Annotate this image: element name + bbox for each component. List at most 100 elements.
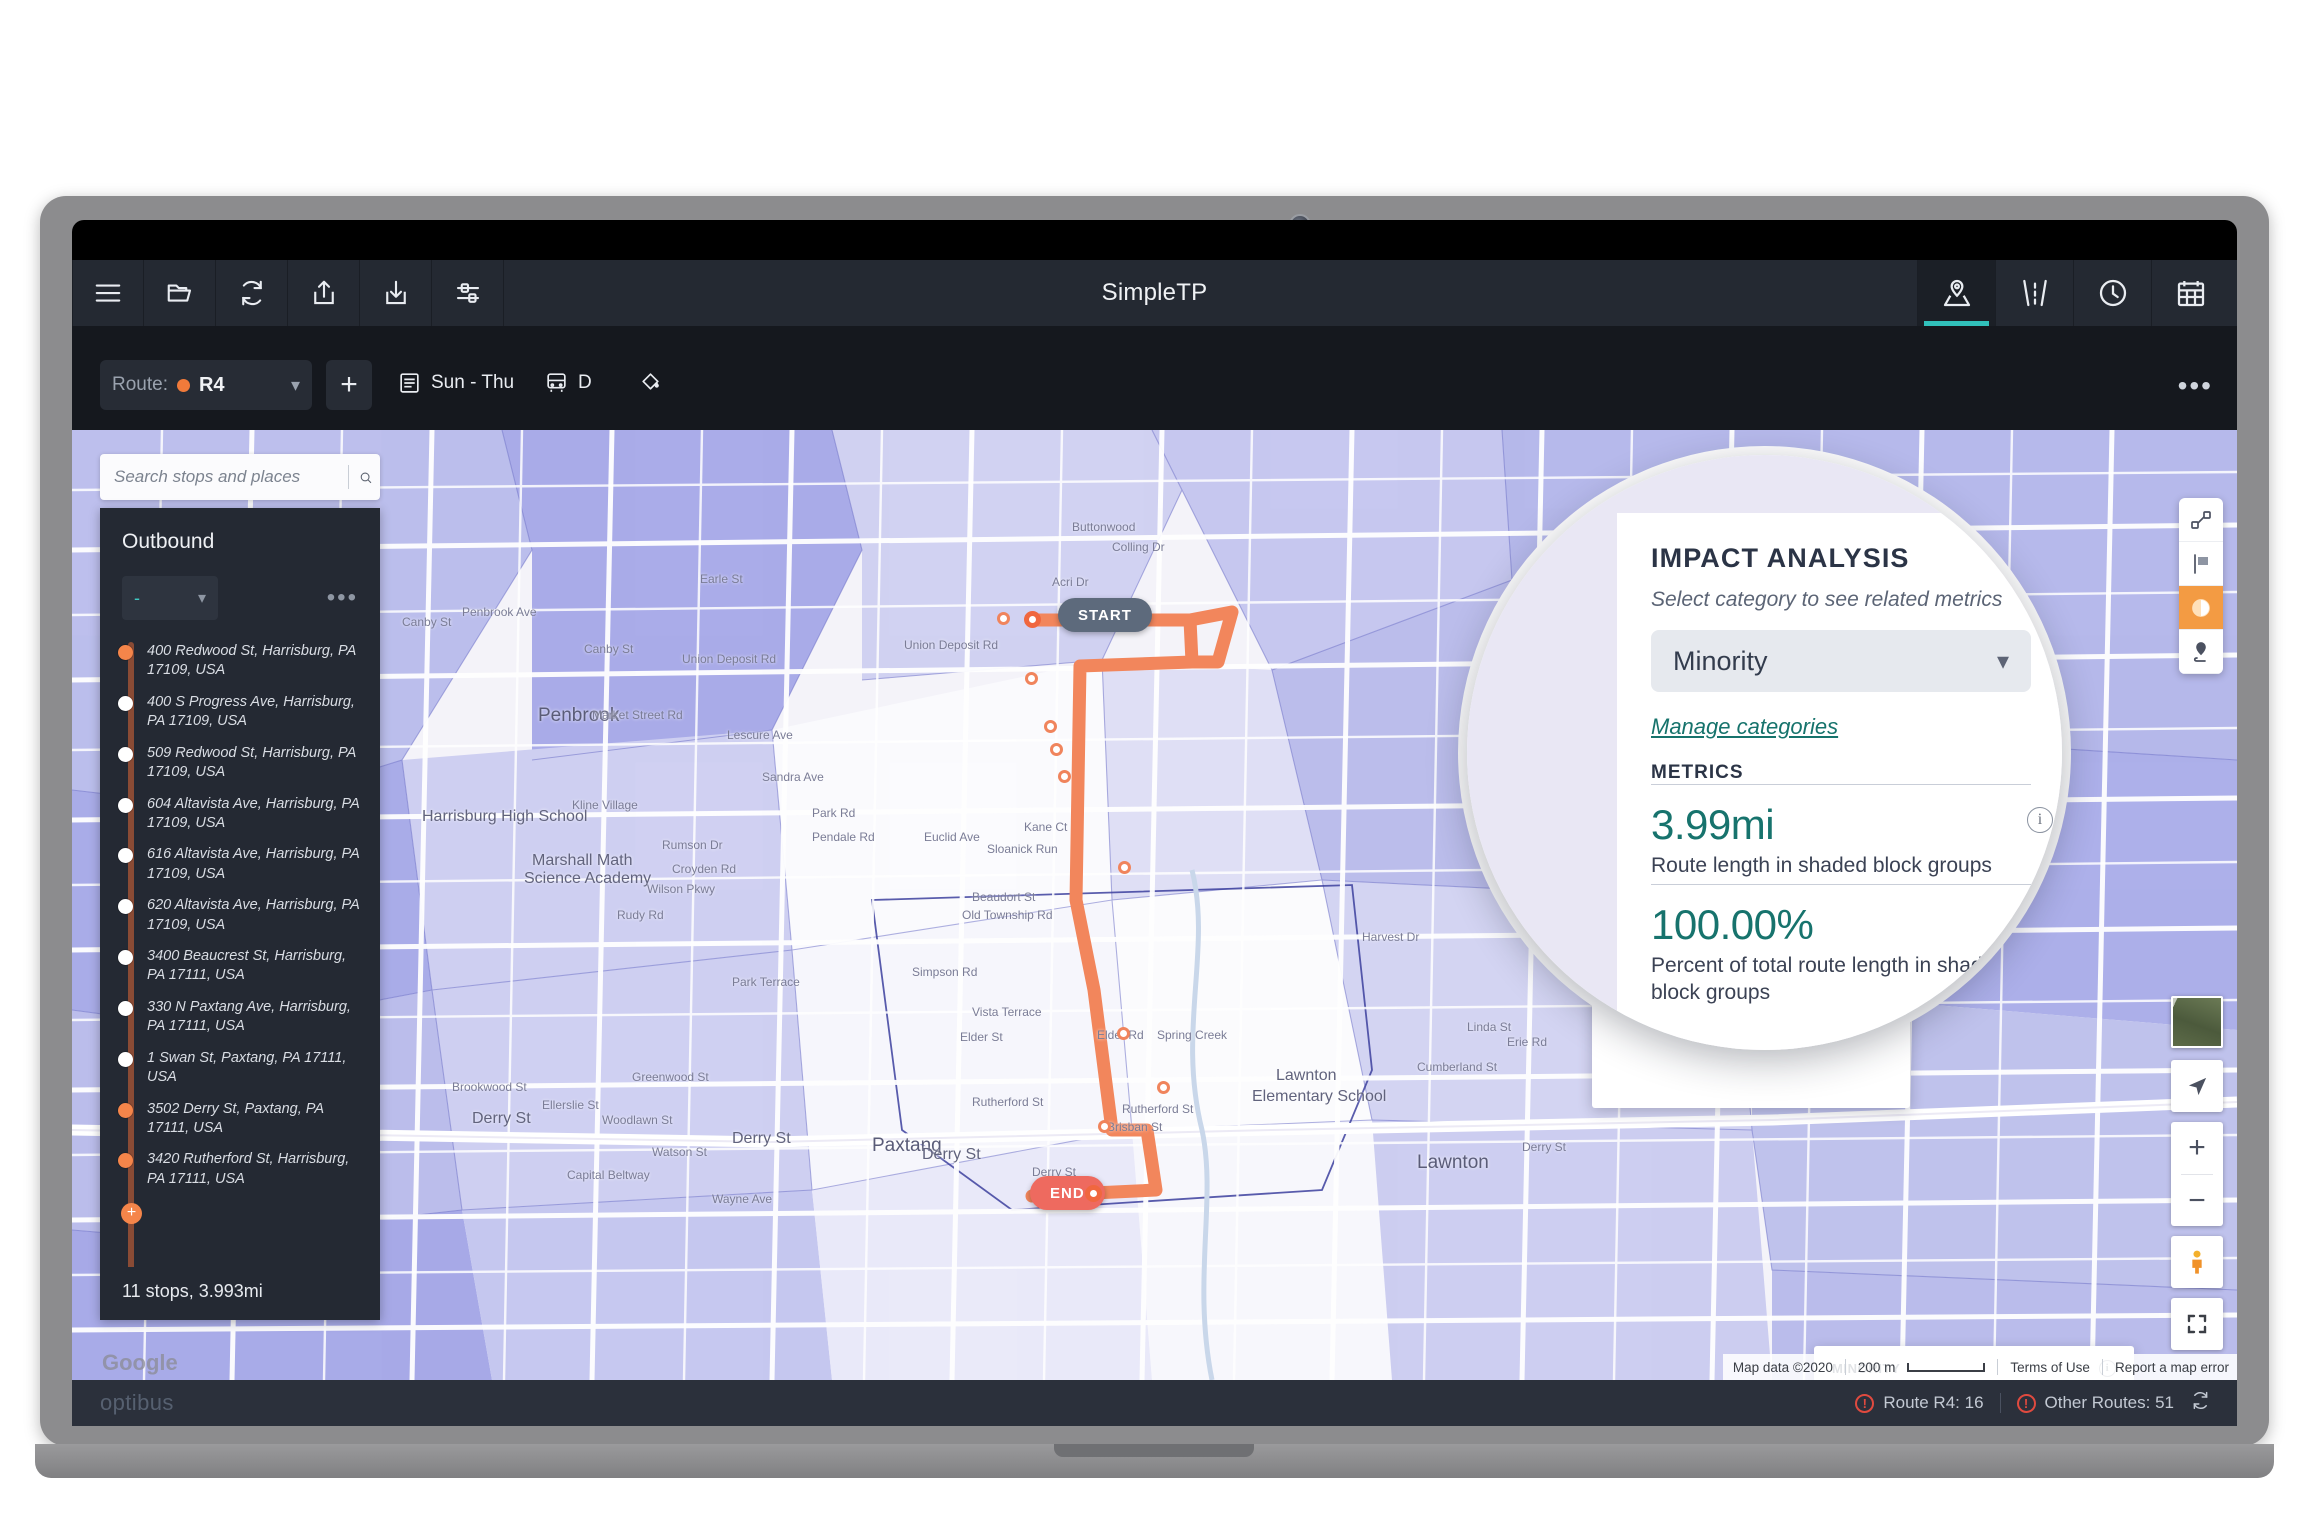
stop-address: 3420 Rutherford St, Harrisburg, PA 17111… [147,1151,350,1187]
route-more-button[interactable]: ••• [2178,370,2213,402]
stop-bullet [118,848,133,864]
map-stop-marker[interactable] [1025,672,1038,685]
status-warnings: ! Route R4: 16 ! Other Routes: 51 [1855,1390,2237,1416]
calendar-icon [400,373,419,393]
stop-address: 400 S Progress Ave, Harrisburg, PA 17109… [147,693,355,730]
stop-bullet [118,1000,133,1016]
map-stop-marker[interactable] [1050,743,1063,756]
stop-address: 400 Redwood St, Harrisburg, PA 17109, US… [147,643,356,679]
pie-chart-icon[interactable] [2179,586,2223,630]
stop-list[interactable]: 400 Redwood St, Harrisburg, PA 17109, US… [100,630,380,1267]
attrib-divider [2101,1359,2103,1375]
brand-logo: optibus [100,1390,174,1415]
road-lanes-icon[interactable] [1995,260,2073,326]
sync-icon[interactable] [216,260,288,326]
stop-list-item[interactable]: 1 Swan St, Paxtang, PA 17111, USA [100,1043,380,1094]
map-stop-marker[interactable] [1117,1027,1130,1040]
stop-bullet [118,645,133,660]
stop-list-item[interactable]: 330 N Paxtang Ave, Harrisburg, PA 17111,… [100,992,380,1043]
stop-bullet [118,746,133,762]
share-export-icon[interactable] [288,260,360,326]
start-marker[interactable]: START [1058,598,1152,632]
folder-open-icon[interactable] [144,260,216,326]
clock-icon[interactable] [2073,260,2151,326]
route-label: Route: [112,374,168,395]
service-days-chip[interactable]: Sun - Thu [397,370,514,395]
other-routes-warning[interactable]: ! Other Routes: 51 [2016,1393,2174,1413]
add-stop-button[interactable]: + [121,1203,142,1224]
map-stop-marker[interactable] [1058,770,1071,783]
map-stop-marker[interactable] [1157,1081,1170,1094]
add-route-button[interactable]: + [326,360,372,410]
zoom-out-button[interactable]: − [2171,1175,2223,1226]
street-view-pegman[interactable] [2171,1236,2223,1288]
flag-icon[interactable] [2179,542,2223,586]
calendar-grid-icon[interactable] [2151,260,2229,326]
lens-impact-panel: IMPACT ANALYSIS Select category to see r… [1617,513,2062,1050]
stop-list-panel: Outbound - ▾ ••• 400 Redwood St, Harrisb… [100,508,380,1320]
stop-address: 3502 Derry St, Paxtang, PA 17111, USA [147,1100,324,1137]
lens-metric-row: 100.00% Percent of total route length in… [1651,883,2053,1011]
pin-path-icon[interactable] [2179,630,2223,674]
stop-list-item[interactable]: 400 S Progress Ave, Harrisburg, PA 17109… [100,687,380,738]
app-screen: SimpleTP Route: R4 ▾ + Sun - Thu D ••• P… [72,260,2237,1426]
route-terminal-start[interactable] [1024,611,1041,628]
search-input[interactable] [114,467,338,487]
zoom-in-button[interactable]: + [2171,1122,2223,1173]
stop-address: 616 Altavista Ave, Harrisburg, PA 17109,… [147,846,360,882]
stop-list-item[interactable]: 400 Redwood St, Harrisburg, PA 17109, US… [100,636,380,687]
stop-list-item[interactable]: 3420 Rutherford St, Harrisburg, PA 17111… [100,1144,380,1195]
paint-bucket-icon[interactable] [638,370,663,395]
stop-address: 3400 Beaucrest St, Harrisburg, PA 17111,… [147,948,347,984]
satellite-thumbnail-button[interactable] [2171,996,2223,1048]
status-divider [1999,1393,2001,1413]
node-link-icon[interactable] [2179,498,2223,542]
route-selector[interactable]: Route: R4 ▾ [100,360,312,410]
info-icon[interactable]: i [2027,807,2053,833]
terms-of-use-link[interactable]: Terms of Use [2010,1360,2090,1375]
refresh-icon[interactable] [2190,1390,2211,1416]
bus-icon [547,373,566,392]
stop-list-item[interactable]: 620 Altavista Ave, Harrisburg, PA 17109,… [100,890,380,941]
vehicle-chip[interactable]: D [544,370,592,395]
stop-panel-more-button[interactable]: ••• [327,584,358,612]
map-stop-marker[interactable] [997,612,1010,625]
stop-address: 1 Swan St, Paxtang, PA 17111, USA [147,1049,347,1086]
settings-sliders-icon[interactable] [432,260,504,326]
lens-category-select[interactable]: Minority ▾ [1651,630,2031,692]
stop-list-item[interactable]: 604 Altavista Ave, Harrisburg, PA 17109,… [100,789,380,840]
locate-arrow-button[interactable] [2171,1060,2223,1112]
lens-metric-value: 3.99mi [1651,801,1775,848]
route-terminal-end[interactable] [1085,1185,1102,1202]
chevron-down-icon: ▾ [197,590,206,607]
stop-address: 604 Altavista Ave, Harrisburg, PA 17109,… [147,795,360,831]
map-stop-marker[interactable] [1098,1120,1111,1133]
route-warning[interactable]: ! Route R4: 16 [1855,1393,1984,1413]
stop-list-item[interactable]: 616 Altavista Ave, Harrisburg, PA 17109,… [100,839,380,890]
menu-icon[interactable] [72,260,144,326]
map-stop-marker[interactable] [1044,720,1057,733]
stop-bullet [118,1051,133,1067]
report-map-error-link[interactable]: Report a map error [2115,1360,2229,1375]
stop-address: 509 Redwood St, Harrisburg, PA 17109, US… [147,744,356,781]
route-toolbar: Route: R4 ▾ + Sun - Thu D OUTBOUND ••• [72,326,2237,456]
lens-metric-description: Percent of total route length in shaded … [1651,953,2006,1004]
laptop-device: SimpleTP Route: R4 ▾ + Sun - Thu D ••• P… [35,196,2274,1516]
pattern-dropdown[interactable]: - ▾ [122,576,218,620]
info-icon[interactable]: i [2027,906,2053,933]
stop-list-item[interactable]: 3400 Beaucrest St, Harrisburg, PA 17111,… [100,941,380,992]
map-scale-bar [1907,1362,1986,1372]
fullscreen-button[interactable] [2171,1298,2223,1350]
download-import-icon[interactable] [360,260,432,326]
stop-bullet [118,899,133,915]
map-pin-icon[interactable] [1917,260,1995,326]
stop-list-item[interactable]: 3502 Derry St, Paxtang, PA 17111, USA [100,1094,380,1145]
warning-icon: ! [1855,1393,1875,1413]
map-area[interactable]: Penbrook Paxtang Lawnton Harrisburg High Sc… [72,430,2237,1380]
stop-list-item[interactable]: 509 Redwood St, Harrisburg, PA 17109, US… [100,738,380,789]
lens-manage-categories-link[interactable]: Manage categories [1651,714,1838,740]
lens-metric-row: 3.99mi Route length in shaded block grou… [1651,784,2053,884]
map-stop-marker[interactable] [1118,861,1131,874]
search-stops-box[interactable] [100,454,380,500]
search-icon[interactable] [359,467,372,488]
